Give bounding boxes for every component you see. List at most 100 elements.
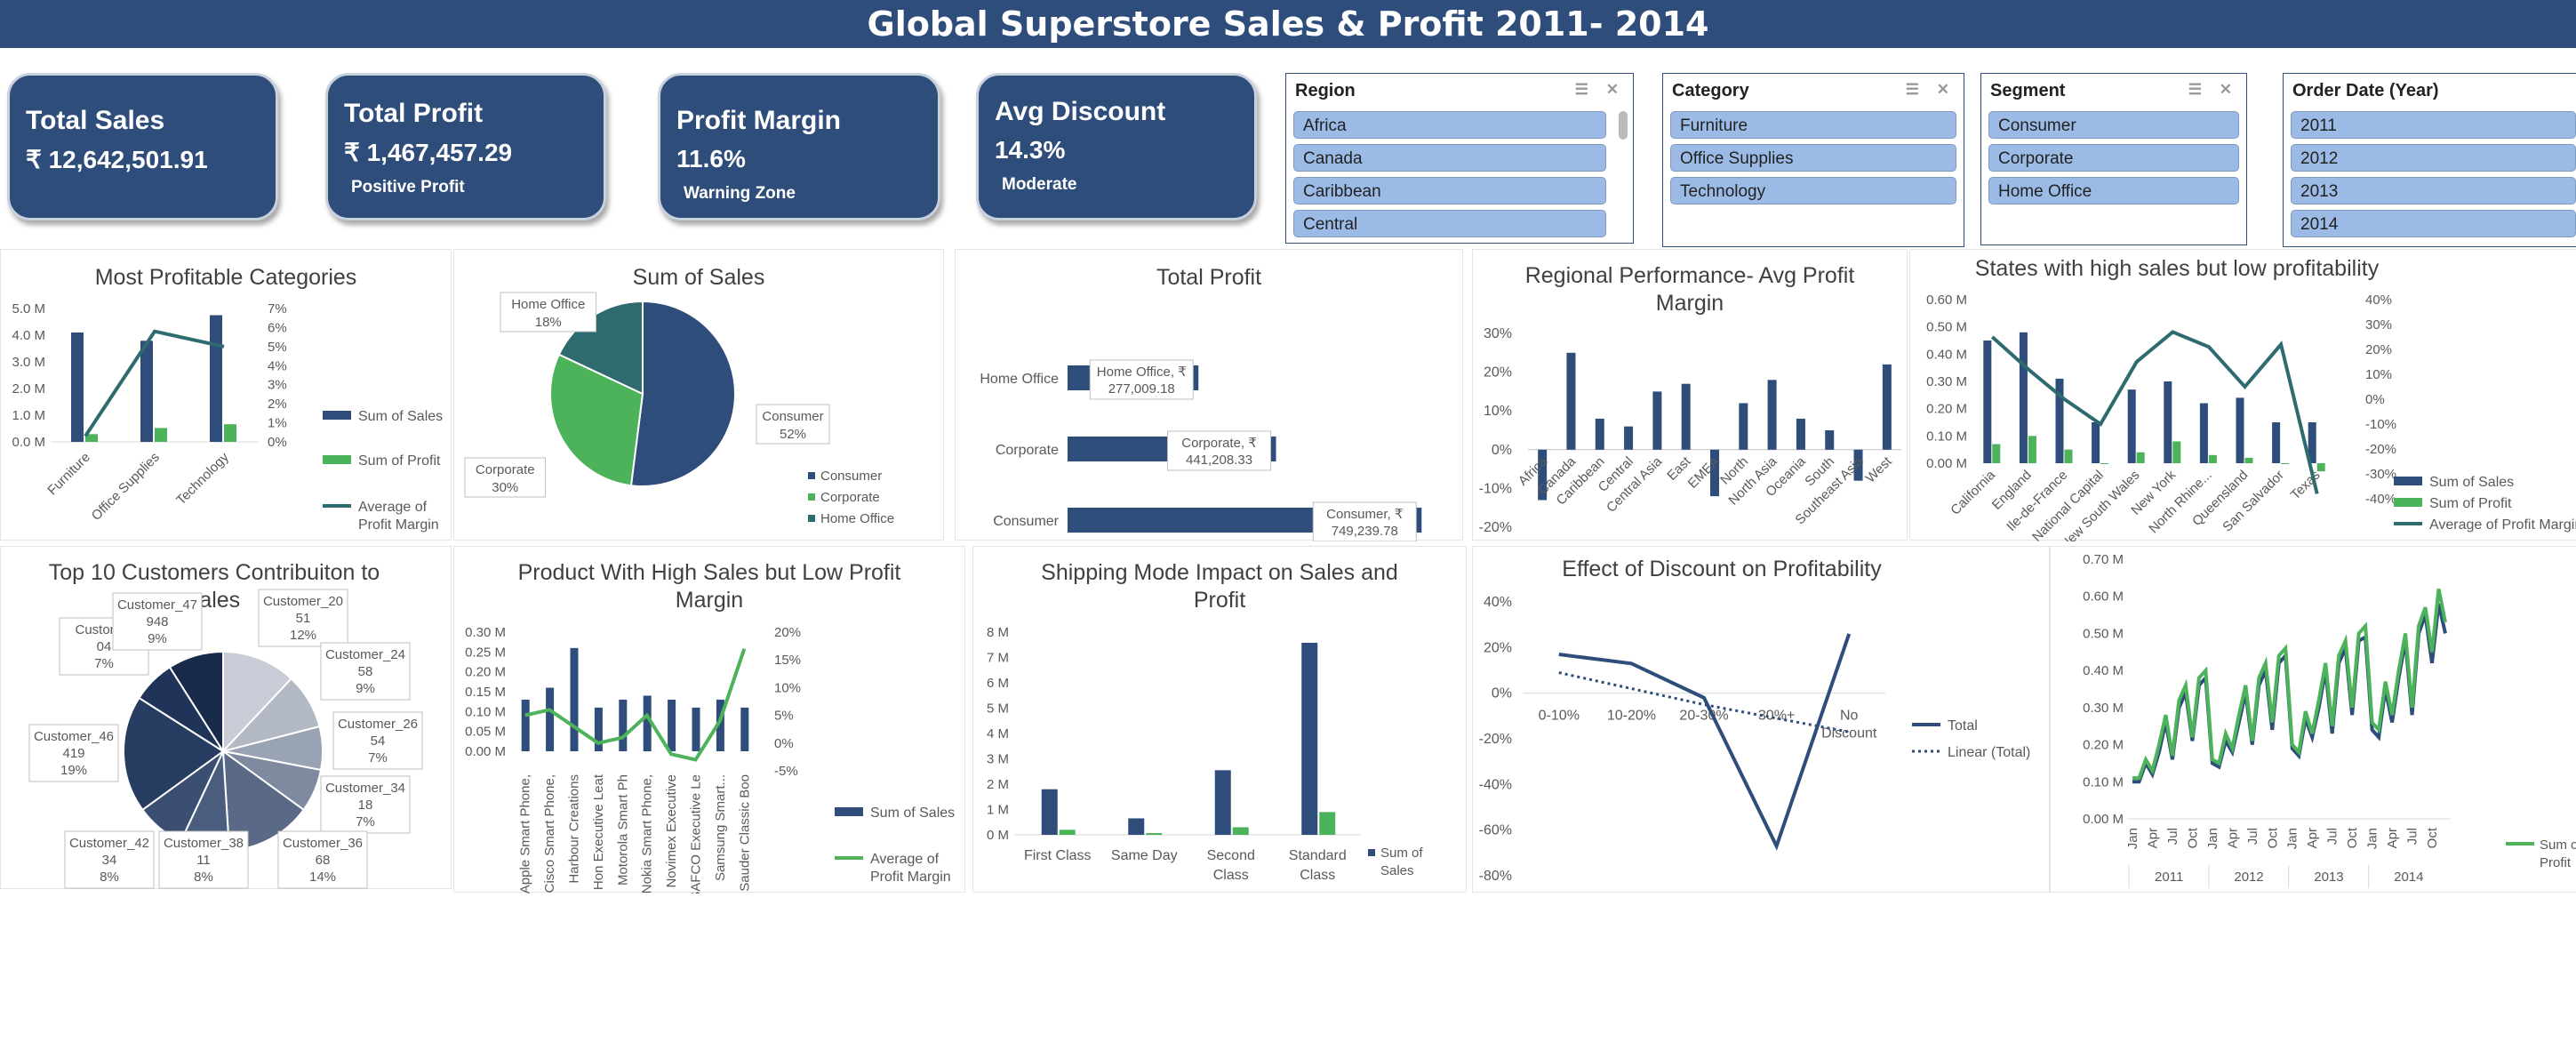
segment-sales-pie: Consumer 52% Corporate 30% Home Office 18% Con… [464,292,894,526]
legend-swatch [808,515,815,522]
y-tick-label: 3.0 M [12,355,45,370]
legend-label: Linear (Total) [1948,745,2030,760]
y-tick-label: 0.00 M [2083,812,2124,827]
slicer-item[interactable]: Caribbean [1293,177,1606,204]
legend-label: Home Office [820,511,894,526]
y-tick-label: 0.05 M [465,725,506,740]
kpi-avg-discount: Avg Discount 14.3% Moderate [976,73,1257,220]
panel-total-profit: Total Profit Home Office Home Office, ₹27… [955,249,1463,541]
y2-tick-label: 5% [268,340,287,355]
bar-margin [1767,380,1777,450]
y-category-label: Consumer [993,514,1059,529]
data-label-count: 419 [62,746,84,761]
y-tick-label: 5 M [987,701,1009,717]
y-tick-label: 0.40 M [1926,347,1967,362]
legend-label: Sum of [1380,846,1423,861]
slicer-item[interactable]: 2011 [2291,111,2576,139]
legend-label: Corporate [820,490,880,505]
slicer-item[interactable]: 2012 [2291,144,2576,172]
legend-swatch [808,472,815,479]
x-tick-label: Class [1213,868,1249,883]
x-tick-label: Apr [2305,828,2320,848]
y2-tick-label: -30% [2365,467,2396,482]
legend-label: Sum of Profit [2429,496,2512,511]
year-label: 2012 [2234,870,2263,885]
panel-states-low-profit: States with high sales but low profitabi… [1909,249,2576,541]
y-category-label: Corporate [996,443,1059,458]
data-label-value: 7% [94,656,114,671]
kpi-value: ₹ 12,642,501.91 [26,146,208,173]
y-tick-label: 0.50 M [2083,626,2124,641]
scrollbar-thumb[interactable] [1619,111,1628,140]
data-label-name: Customer_34 [325,781,405,796]
y2-tick-label: -40% [2365,492,2396,507]
x-tick-label: Samsung Smart... [713,774,728,881]
legend-label: Profit Margin [358,517,439,533]
slicer-item[interactable]: Canada [1293,144,1606,172]
y2-tick-label: 15% [774,653,801,668]
data-label-value: 52% [780,427,806,442]
y2-tick-label: 3% [268,378,287,393]
x-tick-label: Apple Smart Phone, [518,774,533,894]
y-tick-label: 0.25 M [465,645,506,660]
x-tick-label: Texas [2288,468,2324,503]
y2-tick-label: 1% [268,416,287,431]
line-total [1558,633,1852,851]
y2-tick-label: 20% [774,625,801,640]
legend-swatch [1368,849,1375,856]
slicer-title: Region [1295,81,1356,100]
y-tick-label: 30% [1484,326,1512,341]
panel-sum-of-sales: Sum of Sales Consumer 52% Corporate 30% Home… [453,249,944,541]
kpi-total-sales: Total Sales ₹ 12,642,501.91 [7,73,278,220]
slicer-item[interactable]: Technology [1670,177,1956,204]
bar-sales [570,647,579,751]
slicer-item[interactable]: Corporate [1988,144,2239,172]
data-label-line: Consumer, ₹ [1326,507,1403,522]
x-tick-label: Jan [2365,828,2380,849]
legend-label: Profit [2540,855,2572,870]
multi-select-icon[interactable]: ☰ [1906,81,1919,99]
legend-swatch [808,493,815,501]
legend-label: Total [1948,718,1978,733]
y-tick-label: 0.50 M [1926,320,1967,335]
slicer-item[interactable]: 2013 [2291,177,2576,204]
multi-select-icon[interactable]: ☰ [2188,81,2202,99]
slicer-item[interactable]: Furniture [1670,111,1956,139]
data-label-name: Customer_36 [283,836,363,851]
multi-select-icon[interactable]: ☰ [1575,81,1588,99]
y-tick-label: 4 M [987,726,1009,741]
slicer-item[interactable]: Office Supplies [1670,144,1956,172]
y2-tick-label: 0% [774,736,794,751]
legend-label: Sum of Sales [358,409,443,424]
y-tick-label: 0% [1492,686,1512,701]
bar-profit [2281,463,2290,464]
y-tick-label: 2.0 M [12,381,45,397]
data-label-value: 19% [60,763,87,778]
kpi-value: 11.6% [676,145,746,172]
bar-margin [1681,383,1691,450]
slicer-item[interactable]: Consumer [1988,111,2239,139]
y-tick-label: 40% [1484,595,1512,610]
clear-filter-icon[interactable]: ✕ [1606,81,1619,99]
y-tick-label: 0.60 M [2083,589,2124,605]
slicer-item[interactable]: Home Office [1988,177,2239,204]
y-tick-label: -60% [1479,823,1512,838]
y-tick-label: -20% [1479,732,1512,747]
clear-filter-icon[interactable]: ✕ [1937,81,1949,99]
y2-tick-label: 40% [2365,293,2392,308]
slicer-item[interactable]: Central [1293,210,1606,237]
x-tick-label: Class [1300,868,1335,883]
x-tick-label: Novimex Executive [664,774,679,888]
slicer-item[interactable]: 2014 [2291,210,2576,237]
slicer-title: Category [1672,81,1749,100]
bar-sales [2019,332,2028,463]
data-label-value: 7% [368,750,388,765]
bar-sales [1214,770,1231,835]
y-tick-label: 0.10 M [2083,774,2124,789]
bar-sales [71,333,84,442]
x-tick-label: Hon Executive Leat [591,773,606,890]
bar-margin [1595,418,1604,450]
slicer-item[interactable]: Africa [1293,111,1606,139]
y-tick-label: 0.20 M [2083,738,2124,753]
clear-filter-icon[interactable]: ✕ [2220,81,2232,99]
